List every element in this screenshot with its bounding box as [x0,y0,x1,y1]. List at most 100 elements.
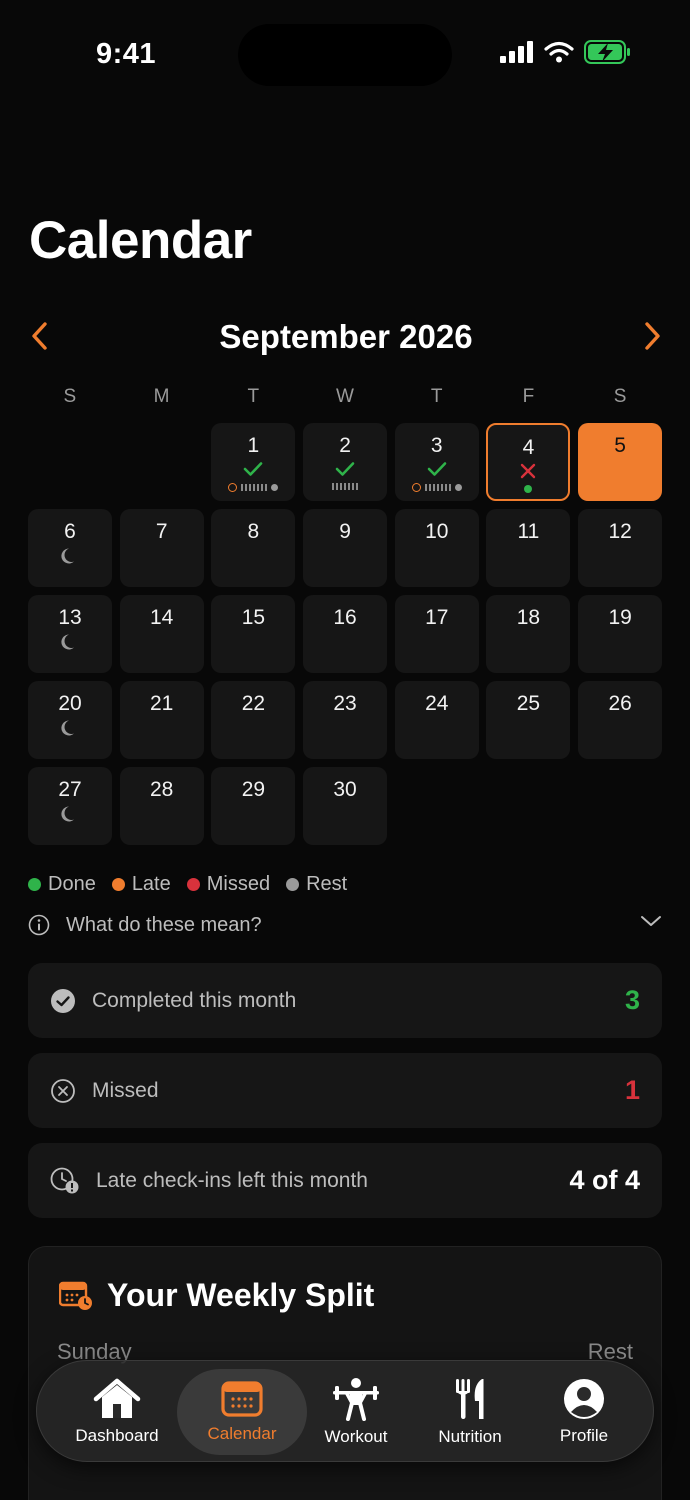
day-number: 11 [517,520,540,543]
empty-cell [28,423,112,501]
moon-icon [61,720,74,736]
late-ring-indicator [228,483,238,492]
weekday-label: S [63,386,77,407]
missed-stat-card: Missed 1 [28,1053,662,1128]
day-number: 19 [608,606,632,629]
chevron-right-icon [645,322,660,350]
tab-dashboard[interactable]: Dashboard [59,1369,175,1455]
day-number: 14 [150,606,174,629]
day-number: 13 [58,606,82,629]
day-cell[interactable]: 24 [394,681,479,759]
tab-workout[interactable]: Workout [309,1369,403,1455]
day-indicators [303,483,387,490]
weightlifter-icon [333,1378,379,1421]
day-cell-done[interactable]: 2 [303,423,388,501]
day-cell-done[interactable]: 1 [211,423,296,501]
legend-label: Done [48,873,96,895]
profile-icon [564,1379,604,1419]
day-number: 24 [425,692,449,715]
page-title: Calendar [29,211,252,270]
status-legend: Done Late Missed Rest [28,873,347,896]
day-cell[interactable]: 18 [486,595,571,673]
completed-stat-card: Completed this month 3 [28,963,662,1038]
tab-nutrition[interactable]: Nutrition [425,1369,515,1455]
weekday-label: T [247,386,260,407]
day-cell-rest[interactable]: 6 [28,509,112,587]
day-cell[interactable]: 26 [578,681,663,759]
day-number: 20 [58,692,82,715]
day-number: 28 [150,778,174,801]
legend-label: Missed [206,873,271,895]
check-icon [335,462,355,476]
day-cell[interactable]: 15 [211,595,296,673]
legend-done: Done [28,873,96,896]
day-cell[interactable]: 11 [486,509,571,587]
day-cell-rest[interactable]: 27 [28,767,112,845]
wifi-icon [544,41,574,63]
calendar-screen: 9:41 Calendar September 2026 S M T W T F… [0,0,690,1500]
legend-missed: Missed [186,873,271,896]
x-mark-icon [521,463,536,479]
day-cell[interactable]: 19 [578,595,663,673]
day-cell[interactable]: 8 [211,509,296,587]
moon-icon [61,806,74,822]
dynamic-island [238,24,452,86]
weekday-label: M [153,386,170,407]
day-cell[interactable]: 16 [303,595,388,673]
tab-calendar[interactable]: Calendar [177,1369,307,1455]
day-cell[interactable]: 12 [578,509,663,587]
legend-help-toggle[interactable]: What do these mean? [28,910,662,940]
day-number: 26 [608,692,632,715]
day-number: 10 [425,520,449,543]
status-time: 9:41 [96,38,157,70]
day-cell[interactable]: 22 [211,681,296,759]
tab-profile[interactable]: Profile [537,1369,631,1455]
day-cell-rest[interactable]: 13 [28,595,112,673]
late-dot [111,878,125,891]
next-month-button[interactable] [636,318,670,354]
day-number: 12 [608,520,632,543]
day-cell[interactable]: 29 [211,767,296,845]
legend-label: Late [131,873,171,895]
day-cell[interactable]: 10 [394,509,479,587]
day-indicators [488,485,568,493]
late-checkins-remaining: 4 of 4 [569,1165,640,1195]
calendar-clock-icon [59,1281,92,1310]
day-number: 29 [241,778,266,801]
stat-label: Completed this month [92,988,297,1012]
progress-bars [424,484,451,491]
rest-dot [454,484,462,491]
day-cell-rest[interactable]: 20 [28,681,112,759]
day-cell[interactable]: 30 [303,767,388,845]
progress-bars [332,483,359,490]
day-cell[interactable]: 9 [303,509,388,587]
help-label: What do these mean? [66,913,262,936]
day-cell[interactable]: 25 [486,681,571,759]
tab-label: Nutrition [438,1427,502,1446]
clock-alert-icon [50,1167,79,1193]
day-cell-missed-selected[interactable]: 4 [486,423,571,501]
late-ring-indicator [411,483,421,492]
day-cell-done[interactable]: 3 [394,423,479,501]
day-cell[interactable]: 23 [303,681,388,759]
day-cell-today[interactable]: 5 [578,423,663,501]
tab-label: Workout [324,1427,388,1446]
day-number: 16 [333,606,357,629]
check-icon [427,462,447,476]
status-icons [500,40,632,64]
day-number: 6 [64,520,76,543]
day-number: 27 [58,778,82,801]
info-icon [28,914,50,936]
empty-cell [120,423,204,501]
day-cell[interactable]: 21 [119,681,204,759]
progress-bars [241,484,268,491]
late-checkins-stat-card: Late check-ins left this month 4 of 4 [28,1143,662,1218]
day-cell[interactable]: 14 [119,595,204,673]
day-cell[interactable]: 17 [394,595,479,673]
day-cell[interactable]: 7 [119,509,204,587]
day-number: 23 [333,692,357,715]
day-indicators [211,483,295,492]
moon-icon [61,634,74,650]
day-cell[interactable]: 28 [119,767,204,845]
signal-icon [500,41,533,63]
